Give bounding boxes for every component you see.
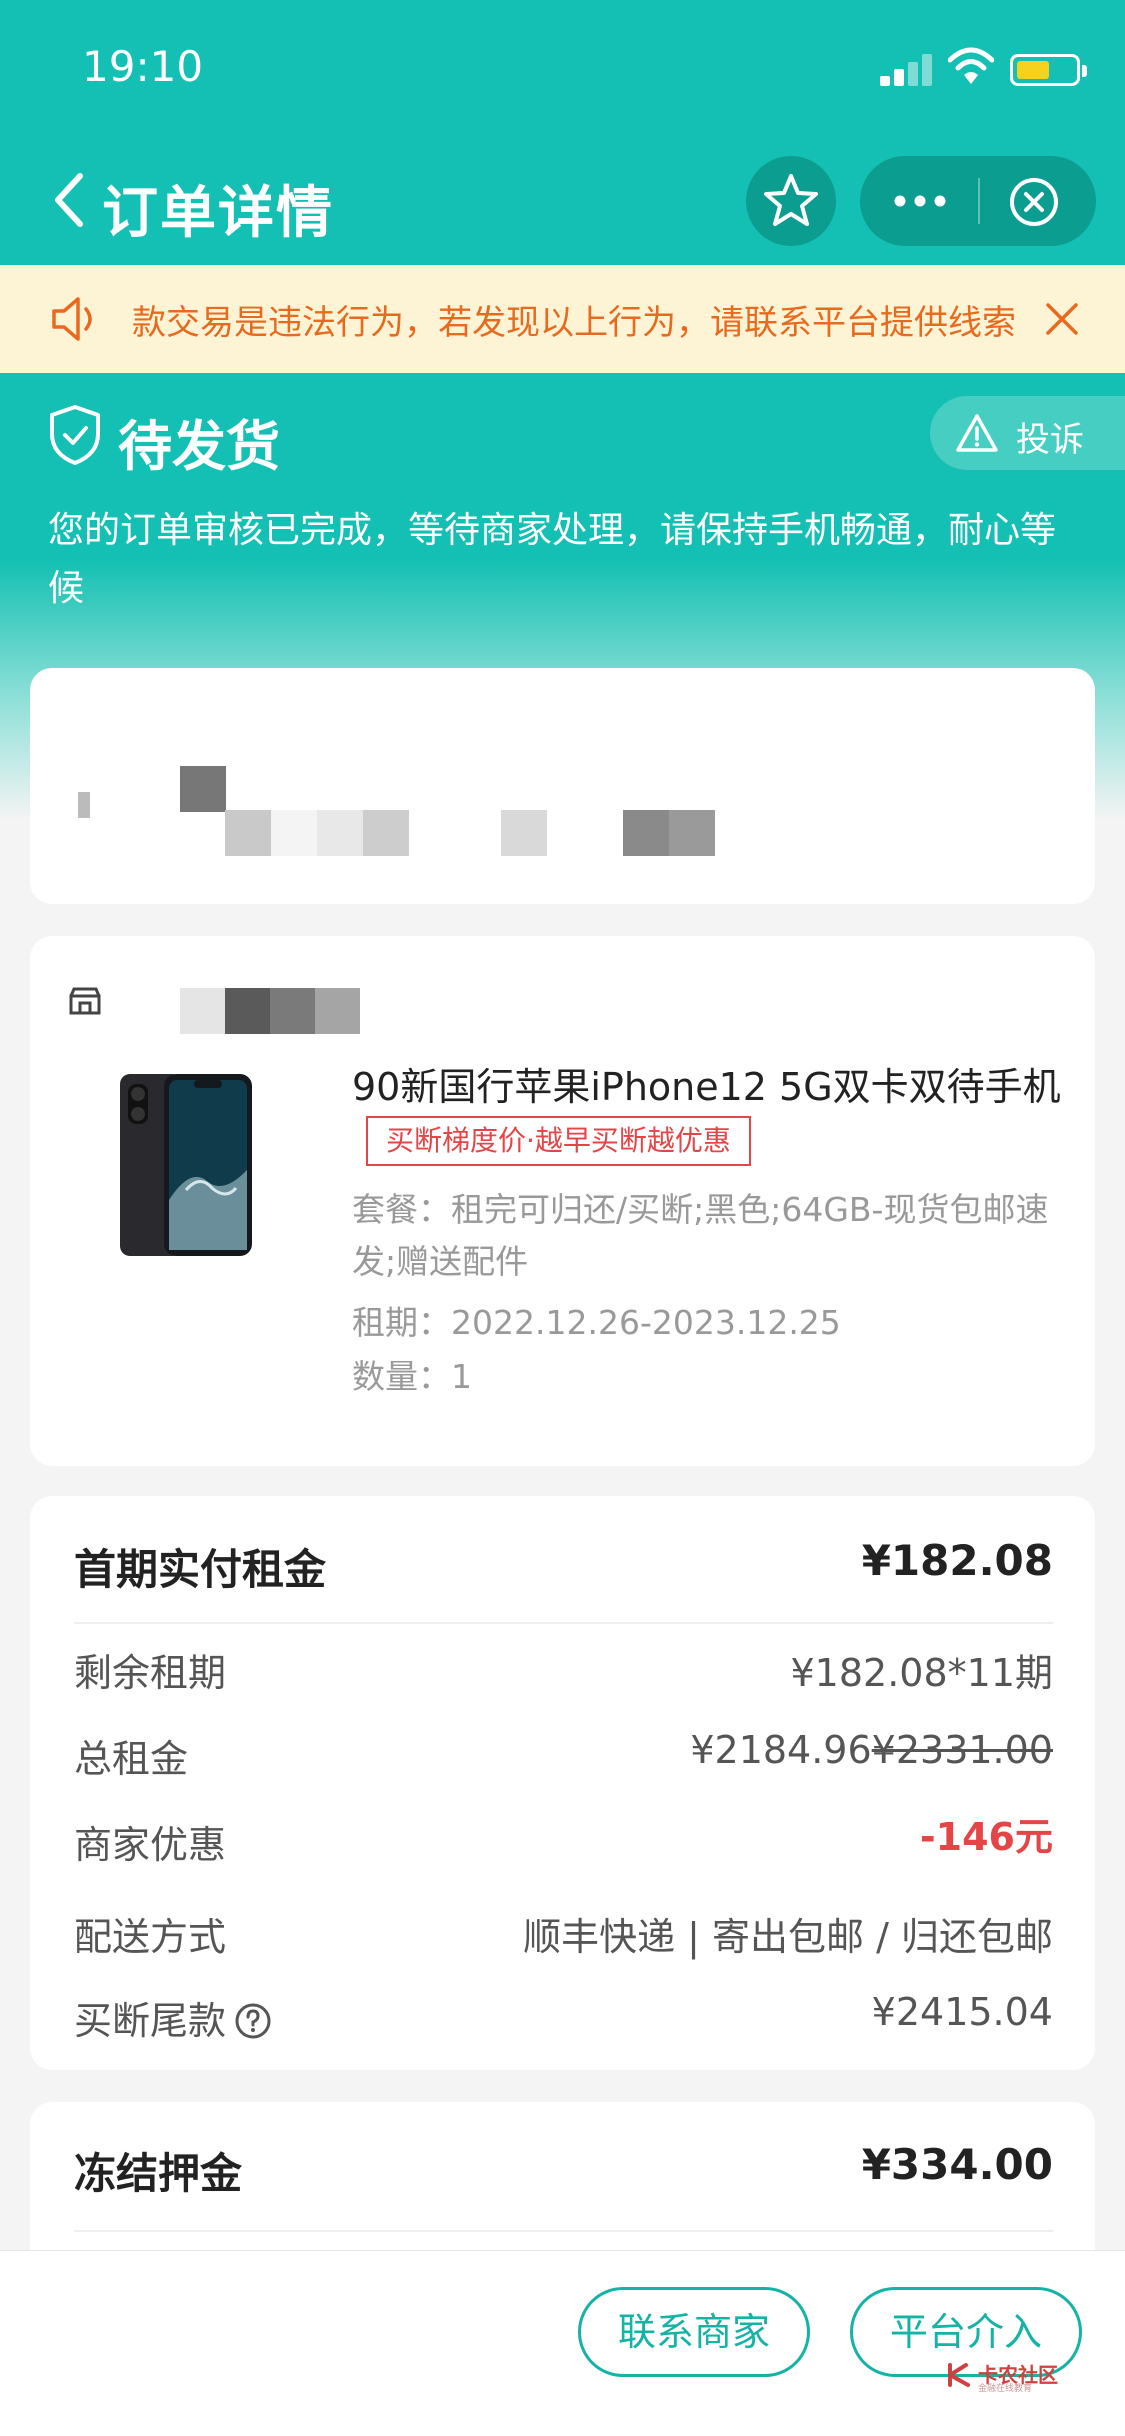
status-time: 19:10	[82, 42, 204, 91]
close-circle-icon[interactable]	[1008, 176, 1060, 228]
wifi-icon	[948, 47, 994, 84]
status-bar: 19:10	[0, 0, 1125, 140]
contact-merchant-button[interactable]: 联系商家	[578, 2287, 810, 2377]
page-title: 订单详情	[102, 181, 334, 246]
buyout-balance-label: 买断尾款	[74, 1999, 227, 2043]
redacted-name	[180, 766, 226, 812]
speaker-icon	[52, 297, 92, 341]
delivery-method-value: 顺丰快递 | 寄出包邮 / 归还包邮	[523, 1915, 1053, 1959]
warning-icon	[956, 414, 998, 452]
delivery-method-label: 配送方式	[74, 1915, 227, 1959]
buyout-balance-row: 买断尾款	[74, 1990, 272, 2045]
product-card[interactable]: 90新国行苹果iPhone12 5G双卡双待手机 买断梯度价·越早买断越优惠 套…	[30, 936, 1095, 1466]
address-card[interactable]	[30, 668, 1095, 904]
buyout-balance-value: ¥2415.04	[871, 1990, 1053, 2034]
help-icon[interactable]	[234, 2002, 272, 2040]
more-icon[interactable]	[890, 186, 950, 216]
complain-button[interactable]: 投诉	[930, 396, 1125, 470]
nav-bar: 订单详情	[0, 140, 1125, 265]
shield-icon	[50, 405, 100, 465]
redacted-mark	[78, 792, 90, 818]
notice-text: 款交易是违法行为，若发现以上行为，请联系平台提供线索	[132, 303, 1016, 343]
notice-bar: 款交易是违法行为，若发现以上行为，请联系平台提供线索	[0, 265, 1125, 373]
remaining-term-label: 剩余租期	[74, 1651, 227, 1695]
deposit-value: ¥334.00	[861, 2140, 1053, 2189]
first-rent-value: ¥182.08	[861, 1536, 1053, 1585]
merchant-discount-value: -146元	[919, 1815, 1053, 1859]
signal-icon	[880, 52, 936, 86]
deposit-label: 冻结押金	[74, 2149, 243, 2198]
total-rent-original: ¥2331.00	[871, 1728, 1053, 1772]
divider	[74, 1622, 1053, 1624]
merchant-discount-label: 商家优惠	[74, 1823, 227, 1867]
first-rent-label: 首期实付租金	[74, 1545, 327, 1594]
product-quantity: 数量：1	[352, 1357, 472, 1396]
redacted-address	[225, 810, 805, 856]
battery-icon	[1010, 54, 1087, 86]
bottom-action-bar: 联系商家 平台介入 卡农社区 金融在线教育	[0, 2250, 1125, 2436]
watermark: 卡农社区 金融在线教育	[946, 2355, 1076, 2395]
shop-icon	[69, 987, 101, 1015]
total-rent-current: ¥2184.96	[690, 1728, 872, 1772]
back-icon[interactable]	[48, 170, 88, 230]
star-icon	[764, 174, 818, 226]
rental-term: 租期：2022.12.26-2023.12.25	[352, 1303, 841, 1342]
product-spec: 套餐：租完可归还/买断;黑色;64GB-现货包邮速发;赠送配件	[352, 1190, 1049, 1281]
complain-label: 投诉	[1016, 420, 1084, 460]
watermark-logo-icon	[948, 2363, 970, 2387]
remaining-term-value: ¥182.08*11期	[790, 1651, 1054, 1695]
total-rent-label: 总租金	[74, 1737, 189, 1781]
divider	[74, 2230, 1053, 2232]
redacted-shop-name	[180, 988, 360, 1034]
rent-details-card: 首期实付租金 ¥182.08 剩余租期 ¥182.08*11期 总租金 ¥218…	[30, 1496, 1095, 2070]
mini-program-capsule	[860, 156, 1096, 246]
product-title: 90新国行苹果iPhone12 5G双卡双待手机	[352, 1065, 1061, 1109]
promo-tag: 买断梯度价·越早买断越优惠	[366, 1116, 751, 1166]
favorite-button[interactable]	[746, 156, 836, 246]
product-image	[120, 1074, 252, 1256]
watermark-subtext: 金融在线教育	[978, 2384, 1033, 2394]
order-status-title: 待发货	[118, 415, 280, 478]
order-status-description: 您的订单审核已完成，等待商家处理，请保持手机畅通，耐心等候	[48, 510, 1057, 609]
close-icon[interactable]	[1044, 301, 1080, 337]
total-rent-value: ¥2184.96¥2331.00	[690, 1728, 1053, 1772]
